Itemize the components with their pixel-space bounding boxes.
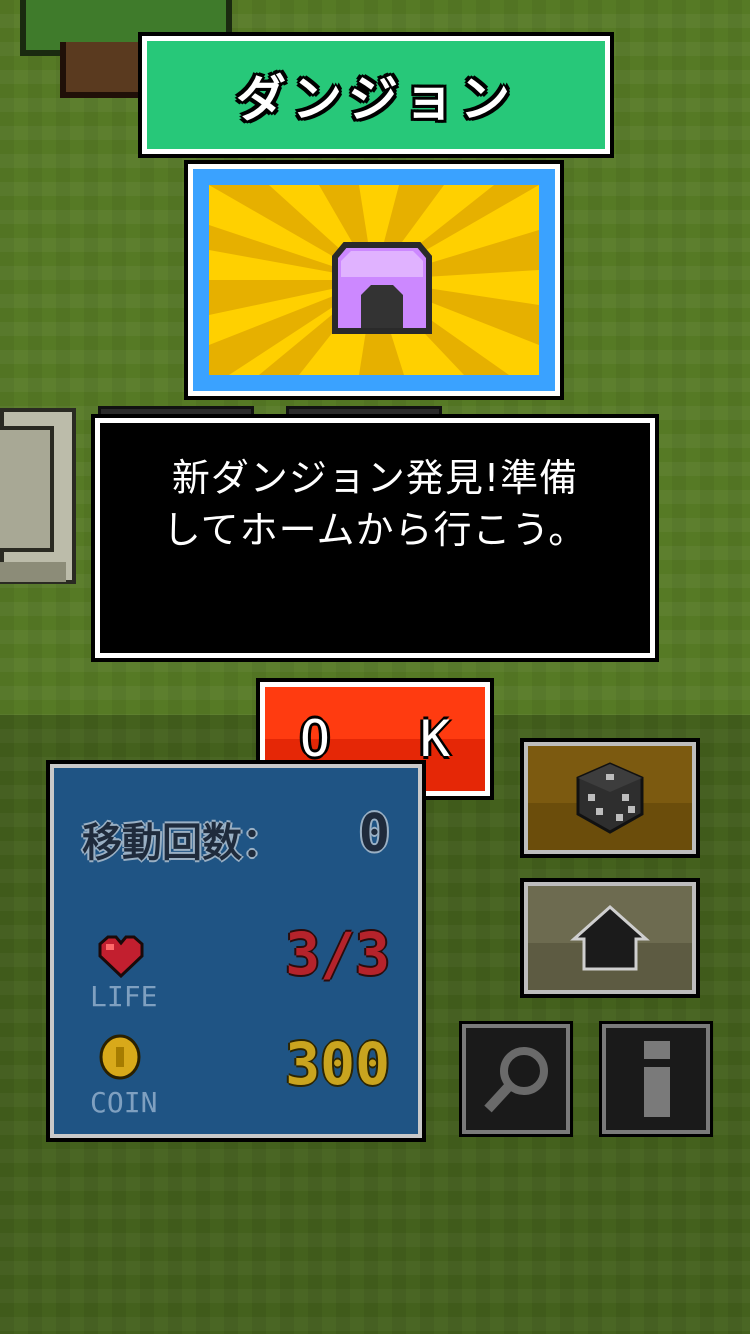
life-label: LIFE bbox=[90, 980, 158, 1013]
stone-block-sprite bbox=[0, 408, 76, 584]
info-button[interactable] bbox=[602, 1024, 710, 1134]
life-value: 3/3 bbox=[285, 920, 390, 988]
dice-icon bbox=[576, 762, 644, 834]
moves-value: 0 bbox=[358, 804, 390, 864]
heart-icon bbox=[98, 935, 144, 978]
dice-button[interactable] bbox=[524, 742, 696, 854]
stone-block-base bbox=[0, 562, 66, 582]
dialog-message-box: 新ダンジョン発見!準備 してホームから行こう。 bbox=[95, 418, 655, 658]
card-sunburst bbox=[209, 185, 539, 375]
coin-icon bbox=[99, 1034, 141, 1080]
coin-label: COIN bbox=[90, 1086, 158, 1119]
dialog-message-line-2: してホームから行こう。 bbox=[162, 508, 588, 552]
ok-button-label: O K bbox=[299, 710, 481, 768]
magnifier-icon bbox=[484, 1047, 548, 1113]
player-stats-panel: 移動回数： 0 LIFE 3/3 COIN 300 bbox=[50, 764, 422, 1138]
dialog-title-banner: ダンジョン bbox=[142, 36, 610, 154]
dialog-title: ダンジョン bbox=[236, 70, 516, 128]
moves-label: 移動回数： bbox=[82, 820, 282, 866]
stone-block-face bbox=[0, 426, 54, 552]
search-button[interactable] bbox=[462, 1024, 570, 1134]
dungeon-card bbox=[188, 164, 560, 396]
home-icon bbox=[570, 904, 650, 971]
home-button[interactable] bbox=[524, 882, 696, 994]
dungeon-entrance-icon bbox=[332, 242, 432, 334]
info-icon bbox=[644, 1041, 670, 1117]
coin-value: 300 bbox=[285, 1030, 390, 1098]
dialog-message-line-1: 新ダンジョン発見!準備 bbox=[171, 456, 579, 500]
